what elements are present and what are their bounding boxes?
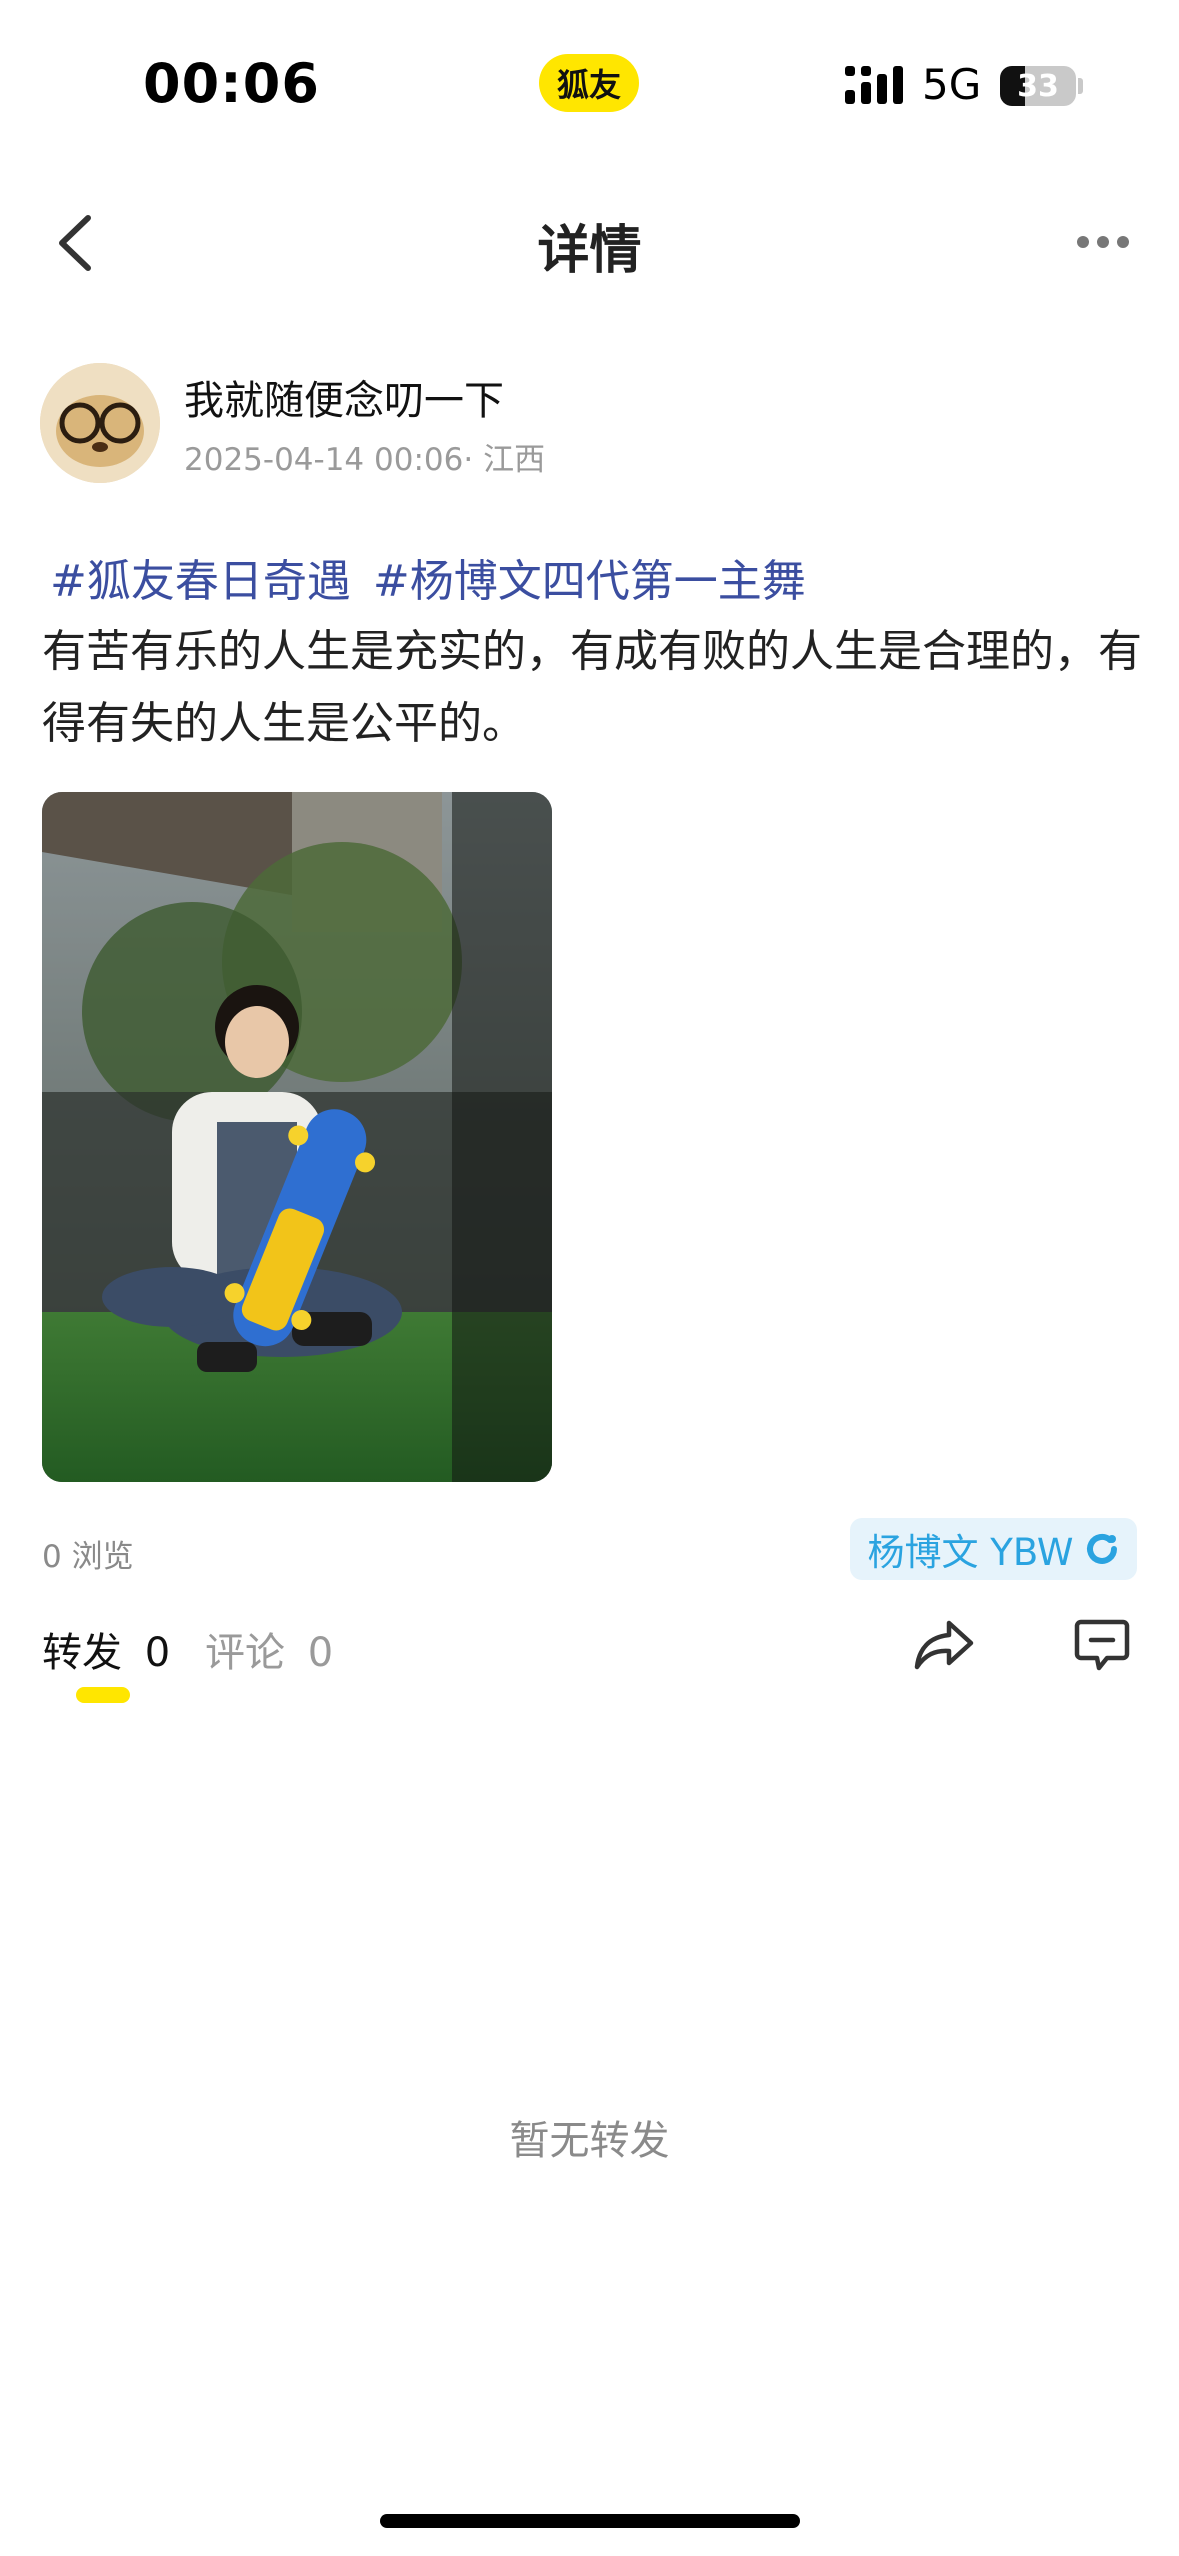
photo-image — [42, 792, 552, 1482]
tab-comment-label: 评论 — [205, 1630, 285, 1676]
author-name[interactable]: 我就随便念叨一下 — [184, 368, 504, 426]
tab-repost[interactable]: 转发 0 — [42, 1620, 170, 1678]
post-tags: #狐友春日奇遇 #杨博文四代第一主舞 — [50, 545, 828, 609]
topic-chip-label: 杨博文 YBW — [867, 1531, 1074, 1574]
refresh-ring-icon — [1086, 1533, 1117, 1564]
tab-repost-count: 0 — [144, 1630, 171, 1676]
comment-bubble-icon[interactable] — [1073, 1616, 1131, 1674]
tab-comment-count: 0 — [307, 1630, 334, 1676]
view-count: 0 浏览 — [42, 1539, 134, 1575]
post-photo[interactable] — [42, 792, 552, 1482]
avatar-image — [40, 363, 160, 483]
avatar[interactable] — [40, 363, 160, 483]
empty-state: 暂无转发 — [509, 2118, 670, 2164]
home-indicator[interactable] — [380, 2514, 800, 2528]
status-time: 00:06 — [143, 52, 320, 115]
topic-chip[interactable]: 杨博文 YBW — [850, 1518, 1137, 1580]
signal-bars-icon — [845, 66, 903, 104]
tab-repost-label: 转发 — [42, 1630, 122, 1676]
app-badge[interactable]: 狐友 — [539, 54, 639, 112]
post-meta: 2025-04-14 00:06· 江西 — [184, 434, 545, 479]
share-arrow-icon[interactable] — [913, 1617, 975, 1673]
battery-cap — [1078, 78, 1083, 94]
post-location: · 江西 — [463, 442, 546, 478]
page-title: 详情 — [537, 221, 642, 281]
tab-comment[interactable]: 评论 0 — [205, 1620, 333, 1678]
more-dots-icon[interactable] — [1075, 230, 1131, 254]
battery-level: 33 — [1017, 68, 1059, 104]
battery-icon: 33 — [1000, 66, 1076, 106]
active-tab-indicator — [76, 1687, 130, 1703]
post-text: 有苦有乐的人生是充实的，有成有败的人生是合理的，有得有失的人生是公平的。 — [42, 626, 1142, 749]
hashtag[interactable]: #狐友春日奇遇 — [50, 556, 351, 607]
hashtag[interactable]: #杨博文四代第一主舞 — [373, 556, 806, 607]
network-type: 5G — [922, 60, 982, 109]
post-timestamp: 2025-04-14 00:06 — [184, 442, 464, 478]
